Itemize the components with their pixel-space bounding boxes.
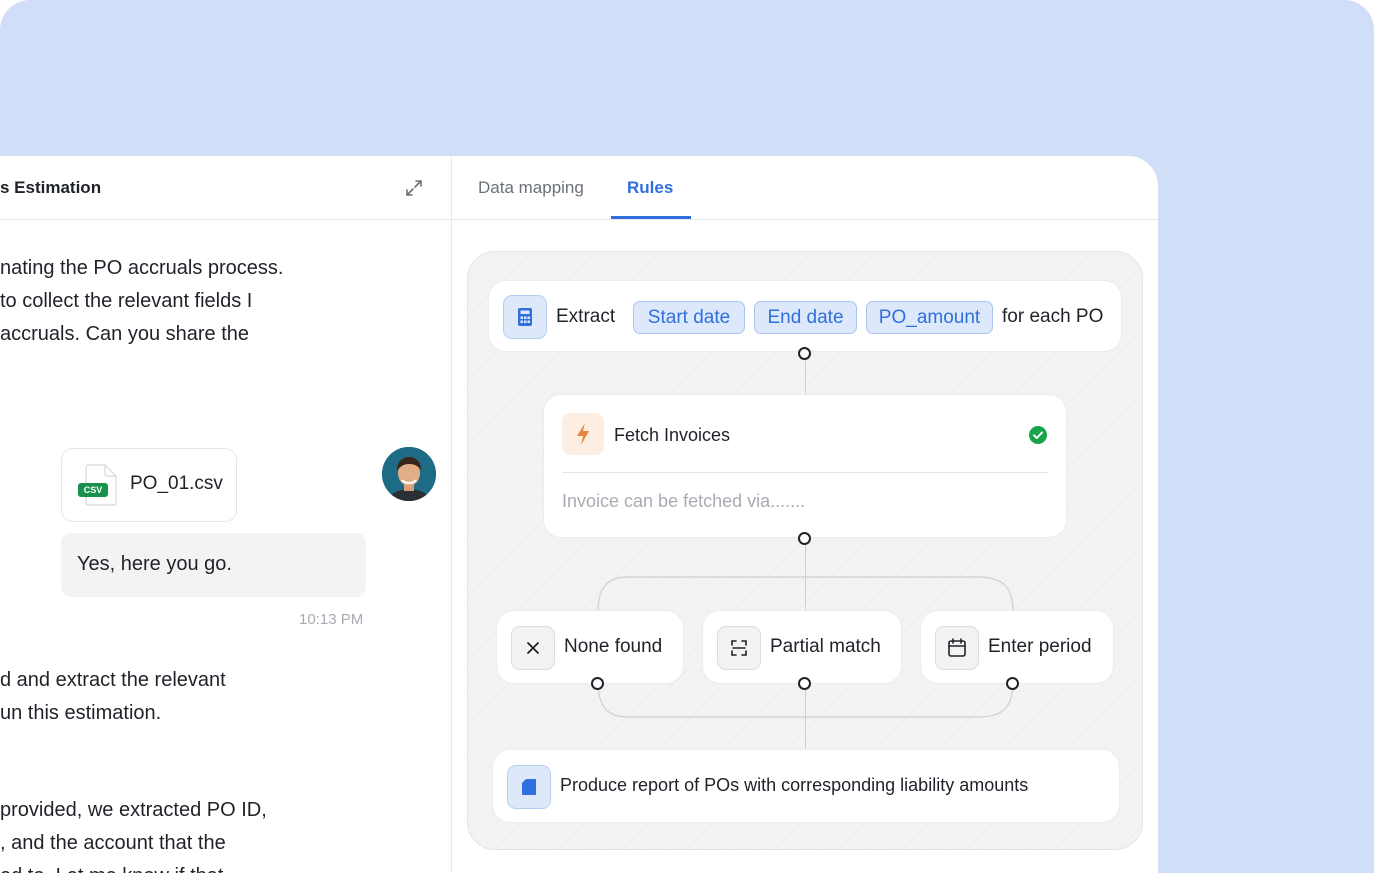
document-icon	[507, 765, 551, 809]
fetch-invoices-title: Fetch Invoices	[614, 425, 731, 445]
report-node[interactable]: Produce report of POs with corresponding…	[492, 749, 1120, 823]
assistant-message-line: ed to. Let me know if that	[0, 860, 223, 873]
assistant-message-line: d and extract the relevant	[0, 669, 226, 691]
connector-dot	[798, 532, 811, 545]
close-icon	[511, 626, 555, 670]
rules-canvas: Extract Start date End date PO_amount fo…	[467, 251, 1143, 850]
field-chip-start-date[interactable]: Start date	[633, 301, 745, 334]
tab-bar: Data mapping Rules	[452, 156, 1158, 220]
field-chip-end-date[interactable]: End date	[754, 301, 857, 334]
user-message-text: Yes, here you go.	[77, 553, 232, 575]
scan-icon	[717, 626, 761, 670]
chat-header: s Estimation	[0, 156, 451, 220]
check-circle-icon	[1029, 426, 1047, 444]
message-timestamp: 10:13 PM	[299, 611, 364, 628]
expand-icon[interactable]	[404, 178, 424, 198]
user-message-bubble: Yes, here you go.	[61, 533, 366, 597]
branch-none-found[interactable]: None found	[496, 610, 684, 684]
extract-suffix: for each PO	[1002, 306, 1104, 327]
branch-partial-match[interactable]: Partial match	[702, 610, 902, 684]
file-name: PO_01.csv	[130, 473, 223, 494]
assistant-message-line: nating the PO accruals process.	[0, 257, 284, 279]
field-chip-po-amount[interactable]: PO_amount	[866, 301, 993, 334]
assistant-message-line: un this estimation.	[0, 702, 162, 724]
app-window: s Estimation nating the PO accruals proc…	[0, 156, 1158, 873]
connector-dot	[798, 347, 811, 360]
branch-label: Enter period	[988, 636, 1092, 657]
branch-label: None found	[564, 636, 663, 657]
assistant-message-line: , and the account that the	[0, 832, 226, 854]
connector-dot	[591, 677, 604, 690]
page-background-right	[1158, 0, 1374, 873]
calculator-icon	[503, 295, 547, 339]
divider	[562, 472, 1048, 473]
active-tab-indicator	[611, 216, 691, 219]
report-label: Produce report of POs with corresponding…	[560, 775, 1029, 795]
branch-label: Partial match	[770, 636, 881, 657]
extract-node[interactable]: Extract Start date End date PO_amount fo…	[488, 280, 1122, 352]
lightning-icon	[562, 413, 604, 455]
calendar-icon	[935, 626, 979, 670]
assistant-message-line: to collect the relevant fields I	[0, 290, 253, 312]
user-avatar	[382, 447, 436, 501]
connector-dot	[798, 677, 811, 690]
assistant-message-line: accruals. Can you share the	[0, 323, 250, 345]
file-attachment[interactable]: CSV PO_01.csv	[61, 448, 237, 522]
chat-panel: s Estimation nating the PO accruals proc…	[0, 156, 452, 873]
fetch-invoices-node[interactable]: Fetch Invoices Invoice can be fetched vi…	[543, 394, 1067, 538]
chat-title: s Estimation	[0, 178, 102, 197]
extract-label: Extract	[556, 306, 616, 327]
csv-badge: CSV	[83, 485, 103, 495]
connector-dot	[1006, 677, 1019, 690]
branch-enter-period[interactable]: Enter period	[920, 610, 1114, 684]
tab-data-mapping[interactable]: Data mapping	[478, 178, 584, 198]
fetch-invoices-input[interactable]: Invoice can be fetched via.......	[562, 491, 805, 512]
assistant-message-line: provided, we extracted PO ID,	[0, 799, 267, 821]
tab-rules[interactable]: Rules	[627, 178, 673, 198]
